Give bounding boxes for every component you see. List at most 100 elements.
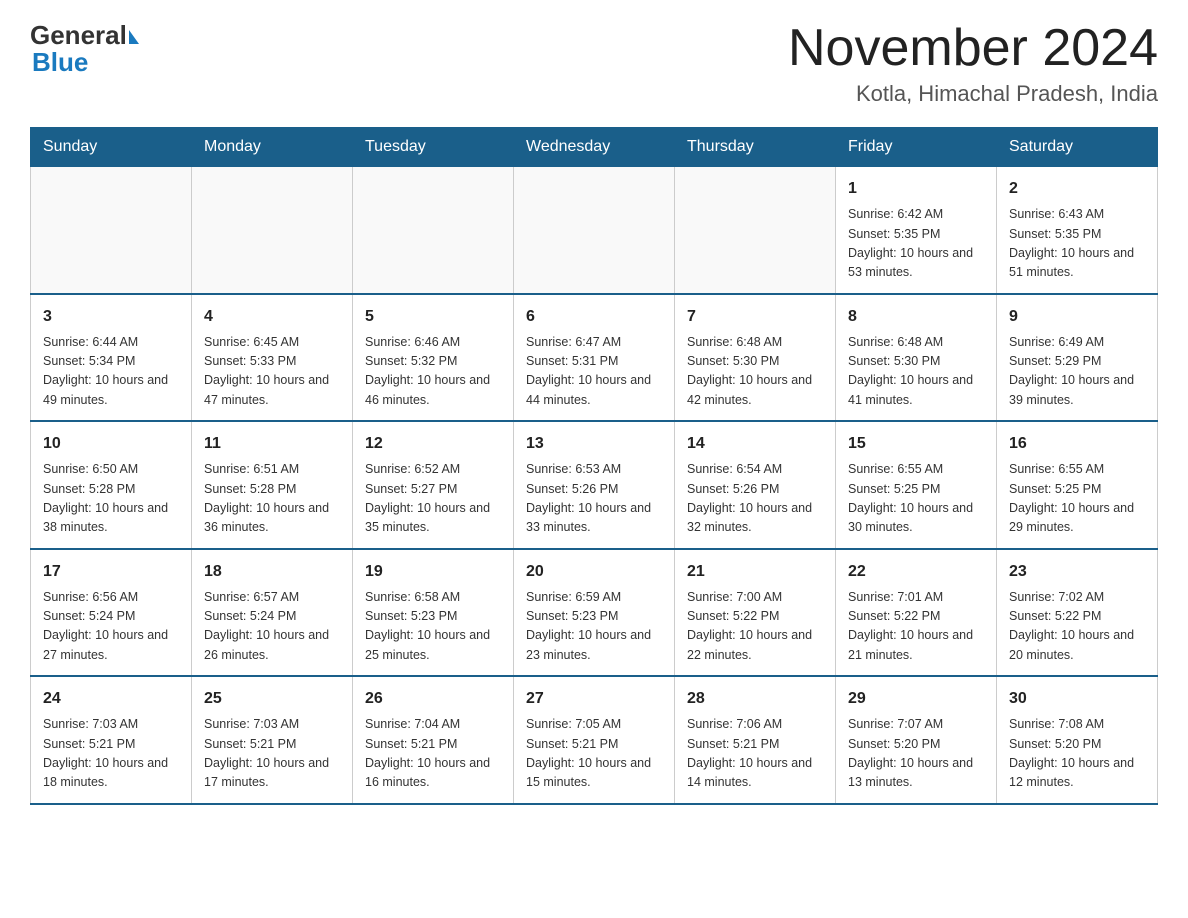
day-info: Sunrise: 7:03 AMSunset: 5:21 PMDaylight:… <box>204 715 340 793</box>
day-info: Sunrise: 6:44 AMSunset: 5:34 PMDaylight:… <box>43 333 179 411</box>
day-number: 29 <box>848 687 984 711</box>
calendar-table: SundayMondayTuesdayWednesdayThursdayFrid… <box>30 127 1158 805</box>
calendar-cell: 23Sunrise: 7:02 AMSunset: 5:22 PMDayligh… <box>997 549 1158 677</box>
calendar-cell: 4Sunrise: 6:45 AMSunset: 5:33 PMDaylight… <box>192 294 353 422</box>
calendar-header-friday: Friday <box>836 128 997 167</box>
logo-blue-word: Blue <box>32 47 88 78</box>
calendar-header-row: SundayMondayTuesdayWednesdayThursdayFrid… <box>31 128 1158 167</box>
calendar-cell: 16 Sunrise: 6:55 AMSunset: 5:25 PMDayligh… <box>997 421 1158 549</box>
calendar-cell: 1 Sunrise: 6:42 AMSunset: 5:35 PMDaylight… <box>836 167 997 294</box>
day-number: 9 <box>1009 305 1145 329</box>
day-info: Sunrise: 6:42 AMSunset: 5:35 PMDaylight:… <box>848 205 984 283</box>
calendar-cell: 18 Sunrise: 6:57 AMSunset: 5:24 PMDayligh… <box>192 549 353 677</box>
calendar-cell <box>675 167 836 294</box>
day-number: 1 <box>848 177 984 201</box>
day-number: 17 <box>43 560 179 584</box>
calendar-header-tuesday: Tuesday <box>353 128 514 167</box>
calendar-cell: 27 Sunrise: 7:05 AMSunset: 5:21 PMDayligh… <box>514 676 675 804</box>
calendar-cell: 21 Sunrise: 7:00 AMSunset: 5:22 PMDayligh… <box>675 549 836 677</box>
calendar-week-row: 10Sunrise: 6:50 AMSunset: 5:28 PMDayligh… <box>31 421 1158 549</box>
day-number: 14 <box>687 432 823 456</box>
day-number: 13 <box>526 432 662 456</box>
day-number: 15 <box>848 432 984 456</box>
calendar-week-row: 24 Sunrise: 7:03 AMSunset: 5:21 PMDayligh… <box>31 676 1158 804</box>
calendar-cell: 15 Sunrise: 6:55 AMSunset: 5:25 PMDayligh… <box>836 421 997 549</box>
day-number: 25 <box>204 687 340 711</box>
calendar-cell: 11Sunrise: 6:51 AMSunset: 5:28 PMDayligh… <box>192 421 353 549</box>
day-info: Sunrise: 7:03 AMSunset: 5:21 PMDaylight:… <box>43 715 179 793</box>
day-number: 7 <box>687 305 823 329</box>
day-info: Sunrise: 6:53 AMSunset: 5:26 PMDaylight:… <box>526 460 662 538</box>
day-number: 18 <box>204 560 340 584</box>
day-info: Sunrise: 6:45 AMSunset: 5:33 PMDaylight:… <box>204 333 340 411</box>
calendar-cell: 29Sunrise: 7:07 AMSunset: 5:20 PMDayligh… <box>836 676 997 804</box>
calendar-week-row: 1 Sunrise: 6:42 AMSunset: 5:35 PMDaylight… <box>31 167 1158 294</box>
day-info: Sunrise: 7:04 AMSunset: 5:21 PMDaylight:… <box>365 715 501 793</box>
calendar-cell: 24 Sunrise: 7:03 AMSunset: 5:21 PMDayligh… <box>31 676 192 804</box>
day-number: 26 <box>365 687 501 711</box>
day-info: Sunrise: 7:05 AMSunset: 5:21 PMDaylight:… <box>526 715 662 793</box>
calendar-header-thursday: Thursday <box>675 128 836 167</box>
day-number: 28 <box>687 687 823 711</box>
day-info: Sunrise: 6:58 AMSunset: 5:23 PMDaylight:… <box>365 588 501 666</box>
calendar-cell: 20 Sunrise: 6:59 AMSunset: 5:23 PMDayligh… <box>514 549 675 677</box>
logo-triangle-icon <box>129 30 139 44</box>
day-info: Sunrise: 6:52 AMSunset: 5:27 PMDaylight:… <box>365 460 501 538</box>
page-header: General Blue November 2024 Kotla, Himach… <box>30 20 1158 107</box>
page-title: November 2024 <box>788 20 1158 77</box>
calendar-header-sunday: Sunday <box>31 128 192 167</box>
day-number: 20 <box>526 560 662 584</box>
day-info: Sunrise: 6:59 AMSunset: 5:23 PMDaylight:… <box>526 588 662 666</box>
calendar-cell: 19 Sunrise: 6:58 AMSunset: 5:23 PMDayligh… <box>353 549 514 677</box>
day-number: 27 <box>526 687 662 711</box>
calendar-cell: 17 Sunrise: 6:56 AMSunset: 5:24 PMDayligh… <box>31 549 192 677</box>
title-section: November 2024 Kotla, Himachal Pradesh, I… <box>788 20 1158 107</box>
day-info: Sunrise: 6:47 AMSunset: 5:31 PMDaylight:… <box>526 333 662 411</box>
calendar-cell: 30Sunrise: 7:08 AMSunset: 5:20 PMDayligh… <box>997 676 1158 804</box>
day-info: Sunrise: 7:08 AMSunset: 5:20 PMDaylight:… <box>1009 715 1145 793</box>
day-number: 2 <box>1009 177 1145 201</box>
day-number: 22 <box>848 560 984 584</box>
day-number: 3 <box>43 305 179 329</box>
calendar-cell: 12 Sunrise: 6:52 AMSunset: 5:27 PMDayligh… <box>353 421 514 549</box>
calendar-cell: 10Sunrise: 6:50 AMSunset: 5:28 PMDayligh… <box>31 421 192 549</box>
day-number: 10 <box>43 432 179 456</box>
day-info: Sunrise: 7:02 AMSunset: 5:22 PMDaylight:… <box>1009 588 1145 666</box>
page-subtitle: Kotla, Himachal Pradesh, India <box>788 81 1158 107</box>
day-info: Sunrise: 6:57 AMSunset: 5:24 PMDaylight:… <box>204 588 340 666</box>
calendar-cell <box>192 167 353 294</box>
day-number: 8 <box>848 305 984 329</box>
calendar-cell <box>31 167 192 294</box>
calendar-cell: 3 Sunrise: 6:44 AMSunset: 5:34 PMDaylight… <box>31 294 192 422</box>
day-info: Sunrise: 6:51 AMSunset: 5:28 PMDaylight:… <box>204 460 340 538</box>
day-number: 21 <box>687 560 823 584</box>
calendar-header-saturday: Saturday <box>997 128 1158 167</box>
day-info: Sunrise: 6:48 AMSunset: 5:30 PMDaylight:… <box>848 333 984 411</box>
calendar-week-row: 17 Sunrise: 6:56 AMSunset: 5:24 PMDayligh… <box>31 549 1158 677</box>
calendar-cell: 25 Sunrise: 7:03 AMSunset: 5:21 PMDayligh… <box>192 676 353 804</box>
calendar-cell: 9 Sunrise: 6:49 AMSunset: 5:29 PMDaylight… <box>997 294 1158 422</box>
day-number: 12 <box>365 432 501 456</box>
calendar-cell <box>353 167 514 294</box>
day-number: 24 <box>43 687 179 711</box>
day-info: Sunrise: 6:55 AMSunset: 5:25 PMDaylight:… <box>848 460 984 538</box>
day-info: Sunrise: 6:54 AMSunset: 5:26 PMDaylight:… <box>687 460 823 538</box>
calendar-cell: 5Sunrise: 6:46 AMSunset: 5:32 PMDaylight… <box>353 294 514 422</box>
day-number: 16 <box>1009 432 1145 456</box>
calendar-cell: 28 Sunrise: 7:06 AMSunset: 5:21 PMDayligh… <box>675 676 836 804</box>
calendar-cell <box>514 167 675 294</box>
calendar-cell: 8 Sunrise: 6:48 AMSunset: 5:30 PMDaylight… <box>836 294 997 422</box>
day-info: Sunrise: 6:43 AMSunset: 5:35 PMDaylight:… <box>1009 205 1145 283</box>
calendar-cell: 14 Sunrise: 6:54 AMSunset: 5:26 PMDayligh… <box>675 421 836 549</box>
day-info: Sunrise: 7:00 AMSunset: 5:22 PMDaylight:… <box>687 588 823 666</box>
day-number: 19 <box>365 560 501 584</box>
calendar-week-row: 3 Sunrise: 6:44 AMSunset: 5:34 PMDaylight… <box>31 294 1158 422</box>
calendar-header-wednesday: Wednesday <box>514 128 675 167</box>
day-info: Sunrise: 6:55 AMSunset: 5:25 PMDaylight:… <box>1009 460 1145 538</box>
day-info: Sunrise: 6:49 AMSunset: 5:29 PMDaylight:… <box>1009 333 1145 411</box>
calendar-cell: 7Sunrise: 6:48 AMSunset: 5:30 PMDaylight… <box>675 294 836 422</box>
calendar-cell: 26 Sunrise: 7:04 AMSunset: 5:21 PMDayligh… <box>353 676 514 804</box>
day-info: Sunrise: 7:06 AMSunset: 5:21 PMDaylight:… <box>687 715 823 793</box>
day-info: Sunrise: 6:56 AMSunset: 5:24 PMDaylight:… <box>43 588 179 666</box>
calendar-cell: 6Sunrise: 6:47 AMSunset: 5:31 PMDaylight… <box>514 294 675 422</box>
